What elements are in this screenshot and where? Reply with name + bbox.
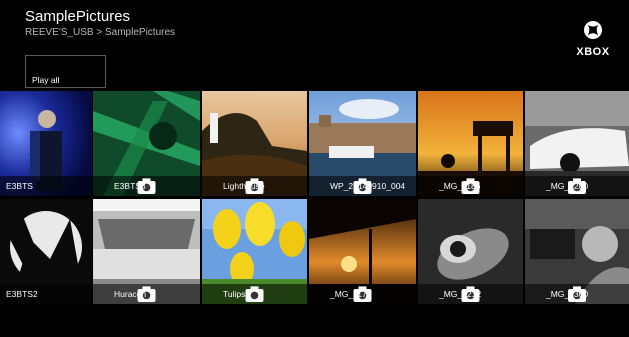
picture-name: E3BTS2 bbox=[6, 289, 38, 299]
picture-caption: E3BTS2 bbox=[0, 284, 92, 304]
picture-tile-e3bts[interactable]: E3BTS bbox=[0, 91, 92, 196]
picture-caption: E3BTS bbox=[0, 176, 92, 196]
picture-tile-mg-1178[interactable]: _MG_1178 bbox=[309, 199, 416, 304]
camera-icon bbox=[137, 286, 156, 302]
camera-icon bbox=[245, 286, 264, 302]
picture-name: Tulips bbox=[223, 289, 246, 299]
picture-name: E3BTS3 bbox=[114, 181, 146, 191]
picture-name: WP_20140910_004 bbox=[330, 181, 406, 191]
logo-text: XBOX bbox=[576, 46, 610, 58]
picture-tile-e3bts2[interactable]: E3BTS2 bbox=[0, 199, 92, 304]
picture-caption: E3BTS3 bbox=[93, 176, 200, 196]
picture-tile-mg-1186[interactable]: _MG_1186 bbox=[418, 91, 523, 196]
play-all-button[interactable]: Play all bbox=[25, 55, 106, 88]
picture-name: Huracon bbox=[114, 289, 147, 299]
picture-name: Lighthouse bbox=[223, 181, 265, 191]
picture-name: E3BTS bbox=[6, 181, 33, 191]
picture-caption: _MG_1178 bbox=[309, 284, 416, 304]
picture-caption: _MG_1300 bbox=[525, 284, 629, 304]
picture-tile-mg-1212[interactable]: _MG_1212 bbox=[418, 199, 523, 304]
picture-name: _MG_1280 bbox=[546, 181, 589, 191]
page-title: SamplePictures bbox=[25, 8, 131, 25]
picture-tile-wp-20140910-004[interactable]: WP_20140910_004 bbox=[309, 91, 416, 196]
picture-tile-lighthouse[interactable]: Lighthouse bbox=[202, 91, 307, 196]
picture-grid: E3BTS E3BTS3 Lighthouse WP_20140910_004 … bbox=[0, 91, 629, 307]
picture-tile-e3bts3[interactable]: E3BTS3 bbox=[93, 91, 200, 196]
picture-caption: _MG_1280 bbox=[525, 176, 629, 196]
picture-name: _MG_1178 bbox=[330, 289, 372, 299]
picture-caption: Huracon bbox=[93, 284, 200, 304]
picture-caption: _MG_1212 bbox=[418, 284, 523, 304]
xbox-logo-icon bbox=[584, 21, 602, 39]
picture-tile-mg-1280[interactable]: _MG_1280 bbox=[525, 91, 629, 196]
breadcrumb: REEVE'S_USB > SamplePictures bbox=[25, 27, 176, 38]
picture-name: _MG_1186 bbox=[439, 181, 481, 191]
camera-icon bbox=[137, 178, 156, 194]
picture-tile-tulips[interactable]: Tulips bbox=[202, 199, 307, 304]
picture-name: _MG_1300 bbox=[546, 289, 589, 299]
picture-caption: Lighthouse bbox=[202, 176, 307, 196]
play-all-label: Play all bbox=[32, 75, 60, 85]
picture-tile-huracon[interactable]: Huracon bbox=[93, 199, 200, 304]
picture-name: _MG_1212 bbox=[439, 289, 482, 299]
picture-caption: WP_20140910_004 bbox=[309, 176, 416, 196]
xbox-logo: XBOX bbox=[574, 20, 612, 58]
picture-caption: Tulips bbox=[202, 284, 307, 304]
picture-caption: _MG_1186 bbox=[418, 176, 523, 196]
picture-tile-mg-1300[interactable]: _MG_1300 bbox=[525, 199, 629, 304]
